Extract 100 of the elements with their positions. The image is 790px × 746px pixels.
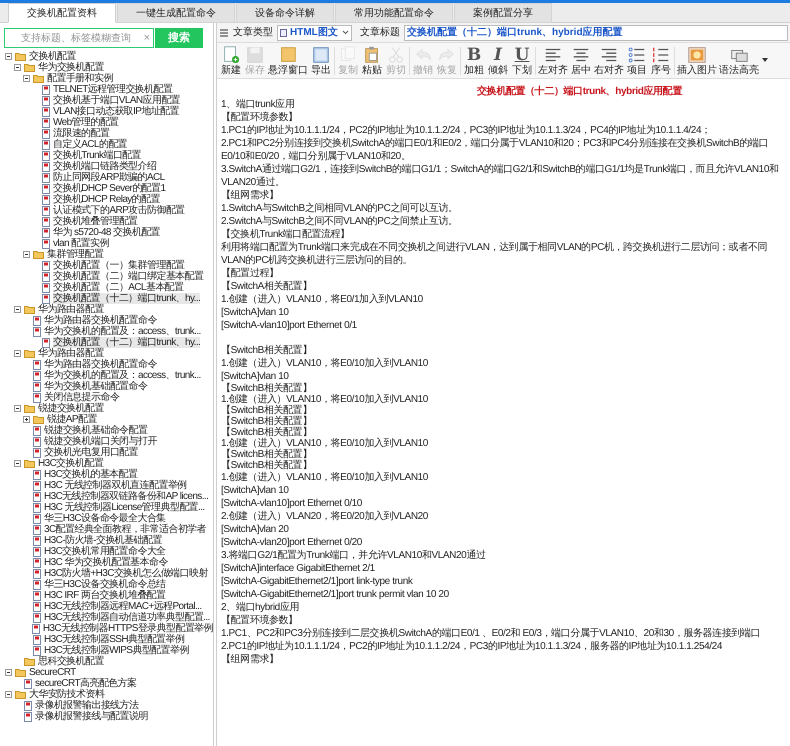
paragraph: 【SwitchB相关配置】 bbox=[221, 427, 313, 438]
tree-item[interactable]: 防止同网段ARP欺骗的ACL bbox=[53, 172, 165, 183]
tree-item[interactable]: 交换机配置（十二）端口trunk、hy... bbox=[53, 337, 200, 348]
menu-icon[interactable] bbox=[219, 28, 229, 38]
toolbar-button[interactable]: 序号 bbox=[649, 44, 673, 78]
caret-icon[interactable] bbox=[762, 58, 768, 62]
tree-item[interactable]: 华三H3C设备命令最全大合集 bbox=[44, 513, 166, 524]
paragraph: 2.SwitchA与SwitchB之间不同VLAN的PC之间禁止互访。 bbox=[221, 215, 459, 228]
tree-item[interactable]: 华为路由器配置 bbox=[38, 304, 104, 315]
tree-item[interactable]: 交换机Trunk端口配置 bbox=[53, 150, 141, 161]
tree-item[interactable]: H3C 无线控制器License管理典型配置... bbox=[44, 502, 205, 513]
tree-item[interactable]: 华三H3C设备交换机命令总结 bbox=[44, 579, 166, 590]
tree-item[interactable]: H3C无线控制器远程MAC+远程Portal... bbox=[44, 601, 202, 612]
tree-item[interactable]: 3C配置经典全面教程，非常适合初学者 bbox=[44, 524, 206, 535]
tree-item[interactable]: 锐捷交换机配置 bbox=[38, 403, 104, 414]
tree-item[interactable]: 锐捷交换机基础命令配置 bbox=[44, 425, 148, 436]
tree-item[interactable]: 华为交换机的配置及：access、trunk... bbox=[44, 370, 201, 381]
collapse-icon[interactable] bbox=[22, 251, 30, 258]
tree-item[interactable]: VLAN接口动态获取IP地址配置 bbox=[53, 106, 179, 117]
tab[interactable]: 交换机配置资料 bbox=[8, 3, 116, 23]
tree-item[interactable]: H3C 无线控制器双机直连配置举例 bbox=[44, 480, 187, 491]
toolbar-button[interactable]: B 加粗 bbox=[462, 44, 486, 78]
toolbar-button[interactable]: 悬浮窗口 bbox=[267, 44, 309, 78]
toolbar-button[interactable]: 左对齐 bbox=[537, 44, 569, 78]
toolbar-button[interactable]: 导出 bbox=[309, 44, 333, 78]
tree-item[interactable]: H3C交换机配置 bbox=[38, 458, 104, 469]
tree-item[interactable]: 交换机DHCP Sever的配置1 bbox=[53, 183, 166, 194]
tree-item[interactable]: H3C无线控制器WIPS典型配置举例 bbox=[44, 645, 189, 656]
tree-item[interactable]: H3C防火墙+H3C交换机怎么做端口映射 bbox=[44, 568, 208, 579]
paragraph: 【SwitchB相关配置】 bbox=[221, 449, 313, 460]
tree-item[interactable]: H3C无线控制器SSH典型配置举例 bbox=[44, 634, 184, 645]
title-field[interactable]: 交换机配置（十二）端口trunk、hybrid应用配置 bbox=[404, 24, 788, 40]
tree-item[interactable]: 录像机报警输出接线方法 bbox=[35, 700, 138, 711]
collapse-icon[interactable] bbox=[4, 691, 12, 698]
tree-item[interactable]: 华为路由器配置 bbox=[38, 348, 104, 359]
paragraph: 2.PC1的IP地址为10.1.1.1/24，PC2的IP地址为10.1.1.2/24，PC3的IP地址为10.1.1.3/24，服务器的IP地址为10.1.1.254/24 bbox=[221, 640, 724, 653]
tab[interactable]: 案例配置分享 bbox=[454, 3, 552, 23]
tree-item[interactable]: 交换机光电复用口配置 bbox=[44, 447, 138, 458]
tree-item[interactable]: 交换机端口链路类型介绍 bbox=[53, 161, 156, 172]
tree-item[interactable]: 交换机DHCP Relay的配置 bbox=[53, 194, 160, 205]
tree-item[interactable]: 自定义ACL的配置 bbox=[53, 139, 128, 150]
tree-item[interactable]: 华为路由器交换机配置命令 bbox=[44, 359, 157, 370]
tree-item[interactable]: 关闭信息提示命令 bbox=[44, 392, 120, 403]
collapse-icon[interactable] bbox=[22, 75, 30, 82]
tree-item[interactable]: 交换机配置（二）端口绑定基本配置 bbox=[53, 271, 204, 282]
collapse-icon[interactable] bbox=[14, 306, 20, 313]
tree-item[interactable]: H3C交换机的基本配置 bbox=[44, 469, 138, 480]
tree-item[interactable]: 认证模式下的ARP攻击防御配置 bbox=[53, 205, 185, 216]
toolbar-button[interactable]: 项目 bbox=[625, 44, 649, 78]
tree-item[interactable]: H3C无线控制器双链路备份和AP licens... bbox=[44, 491, 208, 502]
collapse-icon[interactable] bbox=[4, 669, 12, 676]
tree-item[interactable]: H3C无线控制器自动信道功率典型配置... bbox=[44, 612, 210, 623]
toolbar-button[interactable]: 语法高亮 bbox=[718, 44, 760, 78]
tree-item[interactable]: H3C-防火墙-交换机基础配置 bbox=[44, 535, 162, 546]
toolbar-button[interactable]: 插入图片 bbox=[676, 44, 718, 78]
collapse-icon[interactable] bbox=[14, 460, 20, 467]
tree-item[interactable]: 华为交换机的配置及：access、trunk... bbox=[44, 326, 201, 337]
tree-item[interactable]: 集群管理配置 bbox=[47, 249, 104, 260]
tree-item[interactable]: 华为交换机配置 bbox=[38, 62, 104, 73]
tree-item[interactable]: H3C 华为交换机配置基本命令 bbox=[44, 557, 168, 568]
tree-item[interactable]: 华为 s5720-48 交换机配置 bbox=[53, 227, 160, 238]
tree-item[interactable]: 锐捷交换机端口关闭与打开 bbox=[44, 436, 157, 447]
tree-item[interactable]: 华为交换机基础配置命令 bbox=[44, 381, 148, 392]
tree-item[interactable]: 配置手册和实例 bbox=[47, 73, 113, 84]
toolbar-button[interactable]: I 倾斜 bbox=[486, 44, 510, 78]
tab[interactable]: 常用功能配置命令 bbox=[335, 3, 453, 23]
toolbar-button[interactable]: U 下划 bbox=[510, 44, 534, 78]
collapse-icon[interactable] bbox=[14, 350, 20, 357]
tree-item[interactable]: H3C无线控制器HTTPS登录典型配置举例 bbox=[42, 623, 213, 634]
toolbar-button[interactable]: 粘贴 bbox=[360, 44, 384, 78]
tree-item[interactable]: TELNET远程管理交换机配置 bbox=[53, 84, 172, 95]
tree-item[interactable]: 流限速的配置 bbox=[53, 128, 110, 139]
tree-item[interactable]: 锐捷AP配置 bbox=[47, 414, 97, 425]
window-icon bbox=[278, 45, 298, 65]
tree-item[interactable]: vlan 配置实例 bbox=[53, 238, 109, 249]
collapse-icon[interactable] bbox=[14, 64, 20, 71]
tab[interactable]: 设备命令详解 bbox=[236, 3, 334, 23]
toolbar-button[interactable]: 新建 bbox=[219, 44, 243, 78]
tree-item[interactable]: Web管理的配置 bbox=[53, 117, 119, 128]
tree-item[interactable]: 大华安防技术资料 bbox=[29, 689, 104, 700]
toolbar-button[interactable]: 居中 bbox=[569, 44, 593, 78]
collapse-icon[interactable] bbox=[4, 53, 12, 60]
type-dropdown[interactable]: HTML图文 bbox=[277, 24, 352, 40]
tree-item[interactable]: 交换机配置（一）集群管理配置 bbox=[53, 260, 185, 271]
tab[interactable]: 一键生成配置命令 bbox=[117, 3, 235, 23]
tree-item[interactable]: 交换机配置（十二）端口trunk、hy... bbox=[53, 293, 200, 304]
tree-item[interactable]: 思科交换机配置 bbox=[38, 656, 104, 667]
expand-icon[interactable] bbox=[22, 416, 30, 423]
tree-item[interactable]: 交换机基于端口VLAN应用配置 bbox=[53, 95, 180, 106]
tree-item[interactable]: 录像机报警接线与配置说明 bbox=[35, 711, 148, 722]
tree-item[interactable]: 交换机配置（二）ACL基本配置 bbox=[53, 282, 184, 293]
tree-item[interactable]: H3C交换机常用配置命令大全 bbox=[44, 546, 166, 557]
tree-item[interactable]: 华为路由器交换机配置命令 bbox=[44, 315, 157, 326]
collapse-icon[interactable] bbox=[14, 405, 20, 412]
tree-item[interactable]: secureCRT高亮配色方案 bbox=[35, 678, 136, 689]
tree-item[interactable]: 交换机配置 bbox=[29, 51, 76, 62]
tree-item[interactable]: SecureCRT bbox=[29, 667, 76, 678]
tree-item[interactable]: H3C IRF 两台交换机堆叠配置 bbox=[44, 590, 166, 601]
tree-item[interactable]: 交换机堆叠管理配置 bbox=[53, 216, 138, 227]
toolbar-button[interactable]: 右对齐 bbox=[593, 44, 625, 78]
